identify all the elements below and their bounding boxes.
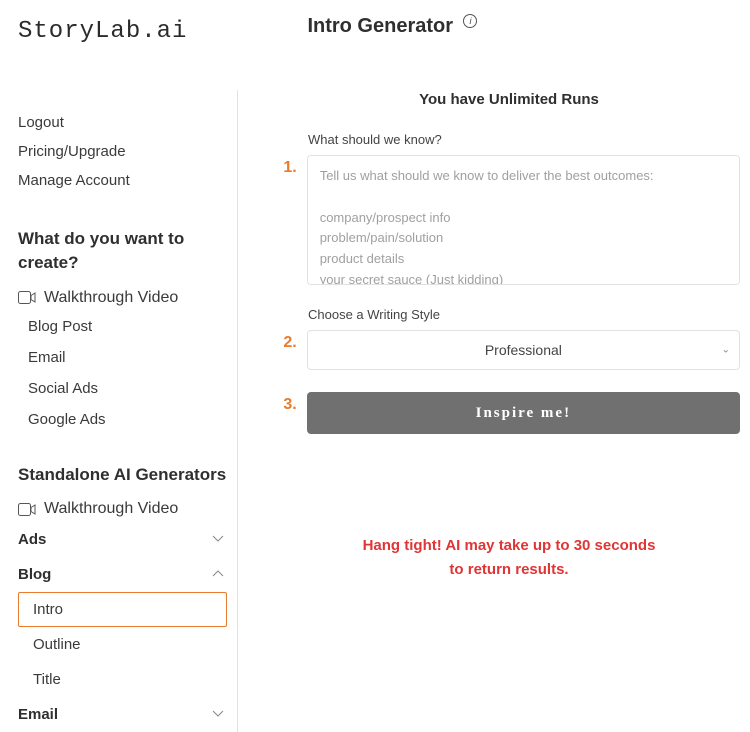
- inspire-me-button[interactable]: Inspire me!: [307, 392, 740, 434]
- context-textarea[interactable]: [307, 155, 740, 285]
- category-label: Blog: [18, 566, 51, 583]
- step-number-3: 3.: [278, 396, 297, 414]
- sidebar-item-intro[interactable]: Intro: [18, 592, 227, 627]
- info-icon[interactable]: i: [463, 14, 477, 28]
- main-inner: You have Unlimited Runs What should we k…: [278, 91, 740, 582]
- writing-style-select[interactable]: Professional: [307, 330, 740, 370]
- page-title: Intro Generator: [307, 15, 453, 38]
- sidebar-item-outline[interactable]: Outline: [18, 627, 227, 662]
- runs-remaining: You have Unlimited Runs: [278, 91, 740, 108]
- category-email[interactable]: Email: [18, 697, 237, 732]
- chevron-up-icon: [211, 566, 225, 583]
- walkthrough-label: Walkthrough Video: [44, 289, 178, 307]
- step2-label: Choose a Writing Style: [308, 307, 740, 322]
- link-manage-account[interactable]: Manage Account: [18, 166, 237, 195]
- sidebar-item-title[interactable]: Title: [18, 662, 227, 697]
- create-google-ads[interactable]: Google Ads: [18, 404, 237, 435]
- standalone-heading: Standalone AI Generators: [18, 463, 237, 487]
- category-blog-children: Intro Outline Title: [18, 592, 237, 697]
- category-blog[interactable]: Blog: [18, 557, 237, 592]
- app-header: StoryLab.ai Intro Generator i: [0, 0, 750, 45]
- link-pricing[interactable]: Pricing/Upgrade: [18, 137, 237, 166]
- create-heading: What do you want to create?: [18, 227, 237, 275]
- create-blog-post[interactable]: Blog Post: [18, 311, 237, 342]
- walkthrough-label: Walkthrough Video: [44, 500, 178, 518]
- walkthrough-video-link-2[interactable]: Walkthrough Video: [18, 496, 237, 522]
- video-icon: [18, 291, 36, 304]
- link-logout[interactable]: Logout: [18, 108, 237, 137]
- app-root: StoryLab.ai Intro Generator i Logout Pri…: [0, 0, 750, 677]
- main-panel: You have Unlimited Runs What should we k…: [238, 45, 750, 732]
- video-icon: [18, 503, 36, 516]
- page-title-wrap: Intro Generator i: [307, 15, 750, 38]
- category-label: Ads: [18, 531, 46, 548]
- wait-message: Hang tight! AI may take up to 30 seconds…: [278, 534, 740, 582]
- step1-label: What should we know?: [308, 132, 740, 147]
- step1-row: 1.: [278, 155, 740, 285]
- account-links: Logout Pricing/Upgrade Manage Account: [18, 108, 237, 195]
- style-select-wrap: Professional ⌄: [307, 330, 740, 370]
- create-email[interactable]: Email: [18, 342, 237, 373]
- content: Logout Pricing/Upgrade Manage Account Wh…: [0, 45, 750, 732]
- create-social-ads[interactable]: Social Ads: [18, 373, 237, 404]
- create-list: Blog Post Email Social Ads Google Ads: [18, 311, 237, 435]
- chevron-down-icon: [211, 531, 225, 548]
- step-number-2: 2.: [278, 334, 297, 352]
- category-label: Email: [18, 706, 58, 723]
- step2-row: 2. Professional ⌄: [278, 330, 740, 370]
- category-ads[interactable]: Ads: [18, 522, 237, 557]
- brand-logo: StoryLab.ai: [18, 18, 187, 45]
- walkthrough-video-link-1[interactable]: Walkthrough Video: [18, 285, 237, 311]
- step-number-1: 1.: [278, 159, 297, 177]
- sidebar: Logout Pricing/Upgrade Manage Account Wh…: [0, 90, 238, 732]
- step3-row: 3. Inspire me!: [278, 392, 740, 434]
- chevron-down-icon: [211, 706, 225, 723]
